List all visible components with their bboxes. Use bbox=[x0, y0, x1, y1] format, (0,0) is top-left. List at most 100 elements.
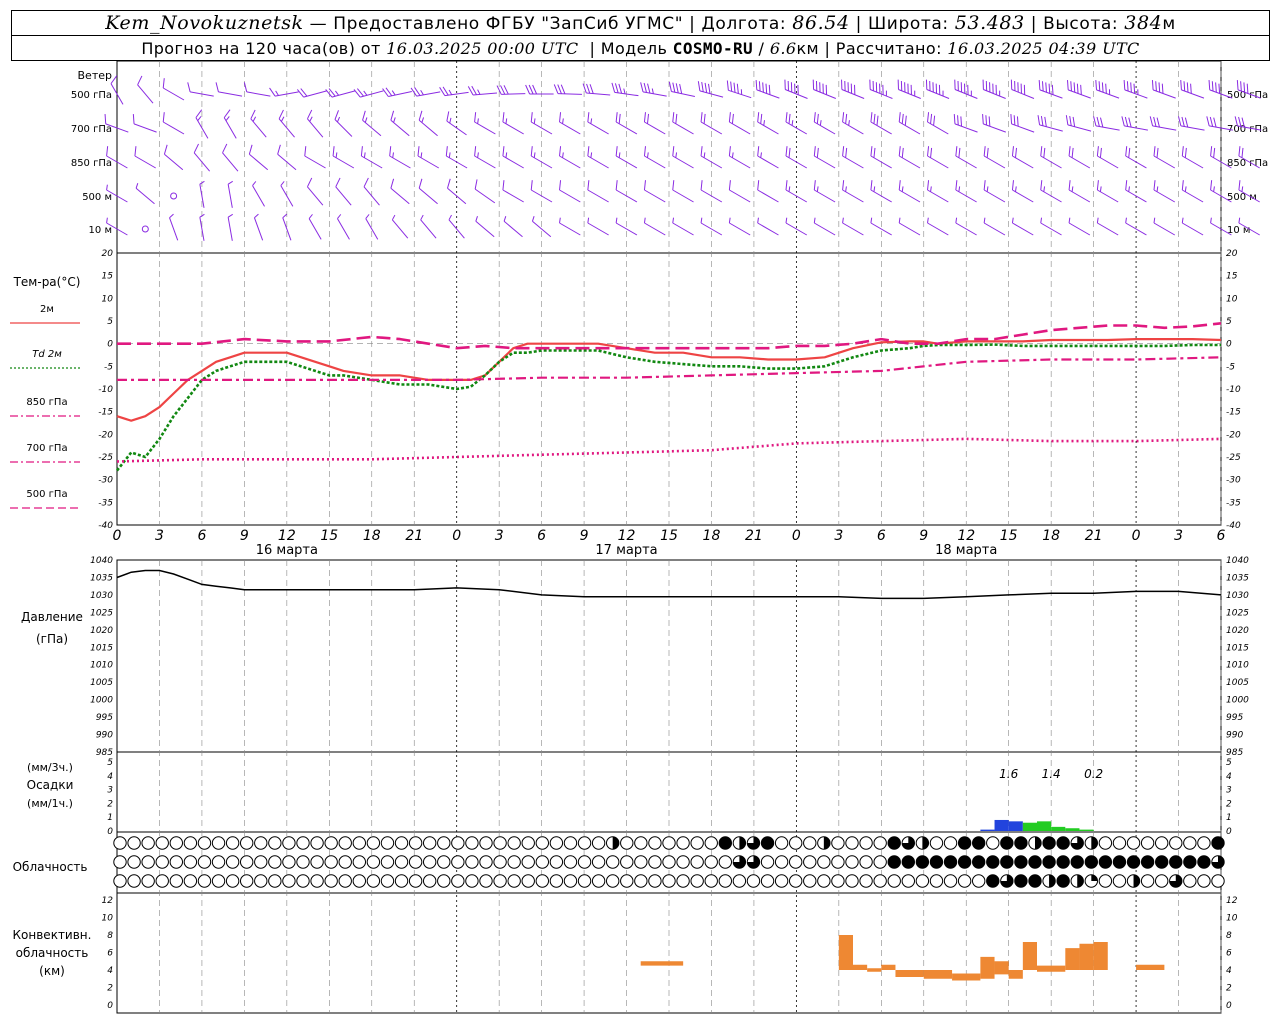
cloud-symbol-clear bbox=[803, 855, 817, 869]
cloud-symbol-clear bbox=[493, 836, 507, 850]
wind-barb-half bbox=[448, 89, 453, 95]
wind-barb-full bbox=[418, 178, 423, 189]
temp-ytick-left: 10 bbox=[102, 294, 114, 304]
wind-barb bbox=[953, 114, 978, 133]
wind-barb-staff bbox=[227, 184, 233, 208]
cloud-symbol-fill bbox=[1133, 874, 1140, 888]
cloud-symbol-clear bbox=[422, 855, 437, 869]
cloud-symbol-clear bbox=[310, 836, 324, 850]
wind-barb bbox=[135, 183, 155, 205]
wind-barb-full bbox=[615, 180, 618, 191]
wind-barb bbox=[304, 146, 326, 169]
wind-calm bbox=[170, 192, 178, 200]
cloud-symbol-clear bbox=[549, 874, 564, 888]
conv-cloud-bar bbox=[1079, 943, 1094, 970]
cloud-symbol-clear bbox=[620, 855, 634, 869]
wind-barb-staff bbox=[1068, 189, 1091, 203]
cloud-symbol-overcast bbox=[986, 855, 1000, 869]
cloud-symbol-clear bbox=[211, 874, 226, 888]
cloud-symbol-clear bbox=[605, 874, 620, 888]
wind-barb-full bbox=[1123, 80, 1126, 90]
cloud-symbol-clear bbox=[127, 855, 141, 869]
wind-barb bbox=[227, 180, 233, 208]
cloud-symbol-fill bbox=[823, 836, 831, 850]
wind-barb-half bbox=[252, 181, 257, 186]
wind-barb-half bbox=[275, 90, 279, 96]
cloud-symbol-fill bbox=[739, 836, 746, 850]
wind-barb-half bbox=[672, 217, 675, 224]
pressure-ytick-right: 995 bbox=[1226, 713, 1243, 723]
wind-barb-full bbox=[296, 89, 304, 98]
conv-cloud-bar bbox=[838, 935, 853, 970]
conv-cloud-bar bbox=[1037, 965, 1066, 972]
pressure-ytick-left: 1025 bbox=[90, 608, 113, 618]
precip-annotation: 0.2 bbox=[1084, 767, 1103, 781]
conv-cloud-bar bbox=[895, 970, 924, 977]
cloud-symbol-clear bbox=[1197, 836, 1211, 850]
wind-barb-staff bbox=[1153, 189, 1176, 203]
wind-barb-staff bbox=[757, 189, 779, 203]
wind-barb bbox=[559, 180, 581, 203]
cloud-symbol-clear bbox=[310, 855, 324, 869]
precip-ytick-left: 3 bbox=[107, 786, 113, 796]
cloud-symbol-clear bbox=[183, 874, 198, 888]
wind-barb bbox=[391, 214, 409, 239]
wind-barb-full bbox=[1096, 116, 1100, 127]
cloud-symbol-clear bbox=[521, 836, 535, 850]
wind-barb-staff bbox=[587, 189, 609, 203]
temp-ytick-left: -35 bbox=[98, 498, 113, 508]
wind-barb-full bbox=[672, 180, 675, 191]
wind-barb-staff bbox=[954, 89, 978, 99]
conv-cloud-bar bbox=[980, 956, 995, 979]
cloud-symbol-clear bbox=[788, 855, 803, 869]
cloud-symbol-clear bbox=[971, 874, 986, 888]
cloud-symbol-clear bbox=[648, 855, 662, 869]
wind-barb-staff bbox=[1125, 222, 1147, 236]
wind-barb bbox=[418, 110, 438, 137]
cloud-symbol-clear bbox=[563, 874, 578, 888]
pressure-ytick-left: 1015 bbox=[90, 643, 113, 653]
wind-barb-staff bbox=[757, 155, 779, 169]
wind-barb bbox=[813, 146, 836, 169]
wind-barb-half bbox=[587, 217, 590, 224]
cloud-symbol-clear bbox=[901, 874, 916, 888]
wind-barb-staff bbox=[474, 188, 496, 204]
wind-barb-staff bbox=[1096, 89, 1120, 99]
cloud-symbol-clear bbox=[296, 874, 310, 888]
cloud-symbol-clear bbox=[1098, 874, 1113, 888]
wind-barb-full bbox=[1153, 116, 1157, 127]
wind-barb bbox=[615, 112, 638, 135]
cloud-symbol-overcast bbox=[1042, 855, 1056, 869]
pressure-ytick-right: 1015 bbox=[1226, 643, 1249, 653]
conv-cloud-bar bbox=[952, 973, 981, 981]
precip-unit-bottom: (мм/1ч.) bbox=[27, 797, 73, 810]
wind-barb bbox=[927, 146, 949, 169]
wind-barb-staff bbox=[757, 121, 779, 135]
wind-barb bbox=[420, 214, 437, 239]
wind-barb bbox=[1093, 116, 1120, 131]
wind-barb bbox=[927, 112, 949, 135]
pressure-ytick-right: 1005 bbox=[1226, 678, 1249, 688]
temp-ytick-left: -15 bbox=[98, 408, 113, 418]
wind-barb-staff bbox=[1095, 125, 1120, 131]
wind-barb bbox=[531, 216, 552, 238]
wind-barb-full bbox=[1213, 117, 1217, 128]
wind-barb bbox=[269, 87, 299, 97]
wind-barb bbox=[502, 112, 524, 135]
wind-barb-staff bbox=[135, 187, 155, 205]
cloud-symbol-clear bbox=[774, 874, 789, 888]
wind-barb-staff bbox=[474, 121, 496, 135]
cloud-symbol-clear bbox=[254, 874, 268, 888]
wind-barb-full bbox=[353, 89, 361, 98]
cloud-symbol-clear bbox=[577, 855, 592, 869]
time-tick-label: 15 bbox=[320, 528, 338, 544]
cloud-symbol-clear bbox=[169, 874, 184, 888]
wind-barb-half bbox=[559, 217, 561, 224]
wind-barb bbox=[983, 146, 1006, 169]
wind-barb-staff bbox=[1068, 89, 1091, 99]
wind-barb bbox=[643, 146, 666, 169]
wind-barb bbox=[728, 217, 751, 236]
wind-barb-staff bbox=[1097, 222, 1119, 236]
wind-barb-full bbox=[474, 179, 478, 190]
cloud-symbol-clear bbox=[380, 874, 395, 888]
